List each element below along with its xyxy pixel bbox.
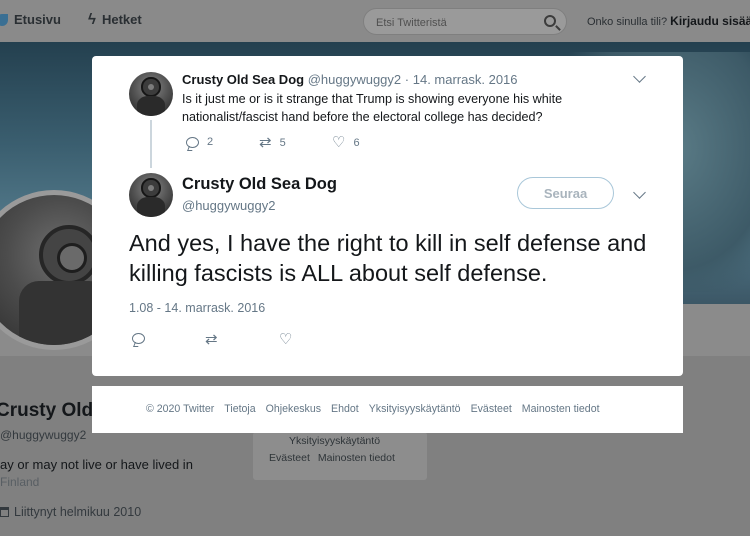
nav-home-label: Etusivu [14, 12, 61, 27]
tweet2-avatar[interactable] [129, 173, 173, 217]
sidebar-footer-card: Yksityisyyskäytäntö Evästeet Mainosten ti… [253, 432, 427, 480]
tweet2-retweet-button[interactable]: ⇄ [205, 332, 218, 347]
top-navigation-bar: Etusivu ϟ Hetket Onko sinulla tili? Kirj… [0, 0, 750, 42]
sidebar-footer-ads-link[interactable]: Mainosten tiedot [318, 452, 395, 464]
tweet1-text: Is it just me or is it strange that Trum… [182, 92, 563, 124]
footer-link-about[interactable]: Tietoja [224, 403, 255, 415]
reply-icon [132, 333, 145, 344]
tweet1-retweet-button[interactable]: ⇄ 5 [259, 135, 286, 150]
footer-copyright: © 2020 Twitter [146, 403, 215, 415]
tweet1-like-button[interactable]: ♡ 6 [332, 135, 360, 150]
profile-handle: @huggywuggy2 [0, 428, 87, 442]
diving-helmet-graphic [141, 178, 161, 198]
lightning-icon: ϟ [88, 11, 96, 28]
nav-moments[interactable]: ϟ Hetket [88, 12, 142, 27]
profile-name: Crusty Old [0, 400, 94, 421]
footer-link-cookies[interactable]: Evästeet [471, 403, 512, 415]
heart-icon: ♡ [279, 331, 293, 348]
profile-joined: Liittynyt helmikuu 2010 [0, 505, 141, 519]
retweet-icon: ⇄ [205, 331, 218, 348]
tweet1-avatar[interactable] [129, 72, 173, 116]
profile-bio: ay or may not live or have lived in [0, 457, 193, 472]
profile-joined-label: Liittynyt helmikuu 2010 [14, 505, 142, 519]
sidebar-footer-cookies-link[interactable]: Evästeet [269, 452, 310, 464]
tweet2-author-handle[interactable]: @huggywuggy2 [182, 198, 275, 213]
tweet1-reply-button[interactable]: 2 [186, 136, 213, 148]
footer-link-terms[interactable]: Ehdot [331, 403, 359, 415]
diving-helmet-graphic [39, 225, 99, 285]
profile-location: Finland [0, 475, 40, 489]
footer-links: © 2020 Twitter Tietoja Ohjekeskus Ehdot Yksi… [146, 403, 600, 415]
footer-strip: © 2020 Twitter Tietoja Ohjekeskus Ehdot Yksi… [92, 386, 683, 433]
search-input[interactable] [376, 15, 536, 30]
tweet1-retweet-count: 5 [279, 136, 286, 149]
tweet1-header: Crusty Old Sea Dog @huggywuggy2 · 14. ma… [182, 72, 518, 87]
search-box [363, 8, 567, 35]
tweet1-like-count: 6 [353, 136, 360, 149]
tweet2-text: And yes, I have the right to kill in sel… [129, 230, 647, 286]
diving-suit-graphic [136, 95, 166, 116]
tweet2-like-button[interactable]: ♡ [279, 332, 292, 347]
tweet1-date[interactable]: 14. marrask. 2016 [413, 72, 518, 87]
tweet2-more-chevron-icon[interactable] [633, 186, 646, 199]
tweet1-more-chevron-icon[interactable] [633, 70, 646, 83]
footer-link-ads-info[interactable]: Mainosten tiedot [522, 403, 600, 415]
login-question: Onko sinulla tili? [587, 16, 668, 28]
diving-helmet-graphic [141, 77, 161, 97]
follow-button[interactable]: Seuraa [517, 177, 614, 209]
reply-icon [186, 136, 199, 148]
nav-moments-label: Hetket [101, 12, 142, 27]
tweet1-author-handle[interactable]: @huggywuggy2 [308, 72, 401, 87]
tweet2-timestamp[interactable]: 1.08 - 14. marrask. 2016 [129, 301, 265, 315]
footer-link-help[interactable]: Ohjekeskus [266, 403, 321, 415]
tweet2-reply-button[interactable] [132, 333, 145, 344]
sidebar-footer-row: Evästeet Mainosten tiedot [269, 452, 395, 464]
tweet1-separator: · [404, 72, 410, 87]
tweet1-author-name[interactable]: Crusty Old Sea Dog [182, 72, 304, 87]
tweet2-author-name[interactable]: Crusty Old Sea Dog [182, 175, 337, 194]
search-icon[interactable] [544, 15, 556, 27]
nav-home[interactable]: Etusivu [0, 12, 61, 27]
tweet-permalink-overlay: Crusty Old Sea Dog @huggywuggy2 · 14. ma… [92, 56, 683, 376]
heart-icon: ♡ [332, 134, 346, 151]
retweet-icon: ⇄ [259, 134, 272, 151]
diving-suit-graphic [136, 196, 166, 217]
login-link[interactable]: Kirjaudu sisää [670, 14, 750, 28]
calendar-icon [0, 507, 9, 517]
thread-connector-line [150, 120, 152, 168]
sidebar-footer-privacy-link[interactable]: Yksityisyyskäytäntö [289, 435, 380, 447]
footer-link-privacy[interactable]: Yksityisyyskäytäntö [369, 403, 461, 415]
tweet1-reply-count: 2 [207, 136, 214, 148]
login-prompt: Onko sinulla tili? Kirjaudu sisää [587, 14, 750, 28]
twitter-bird-icon [0, 13, 8, 26]
